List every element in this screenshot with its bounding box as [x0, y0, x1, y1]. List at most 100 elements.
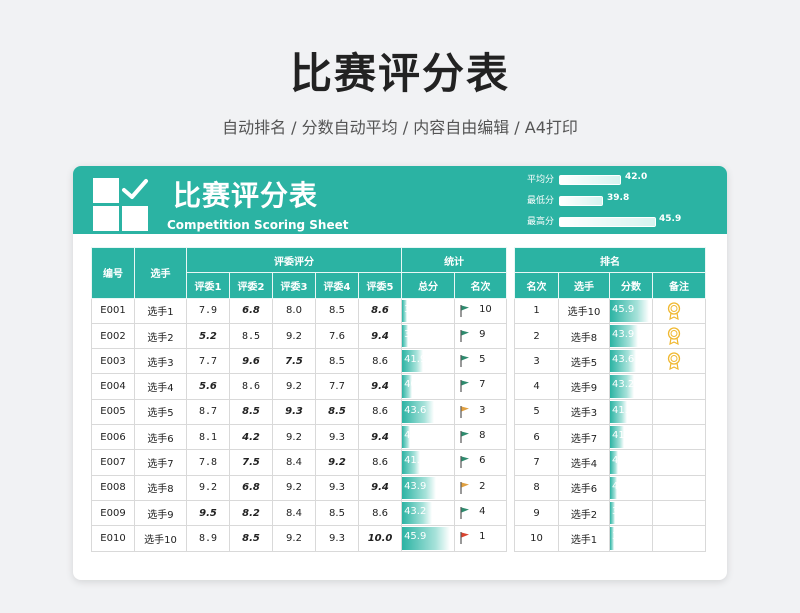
stat-value: 45.9 [659, 214, 682, 224]
cell-judge-score: 9.3 [315, 474, 359, 501]
header-note: 备注 [652, 272, 706, 299]
cell-judge-score: 9.2 [272, 373, 316, 400]
cell-judge-score: 8.1 [186, 424, 230, 451]
header-score: 分数 [609, 272, 653, 299]
score-value: 39.9 [612, 505, 635, 517]
cell-judge-score: 10.0 [357, 525, 403, 552]
cell-rank: 4 [454, 499, 508, 527]
cell-note [652, 449, 706, 476]
header-rank: 名次 [454, 272, 508, 299]
cell-score: 41.9 [609, 398, 653, 426]
cell-judge-score: 7.8 [186, 449, 230, 476]
table-row: E008 选手8 9.2 6.8 9.2 9.3 9.4 43.9 2 [91, 474, 508, 501]
flag-icon [460, 431, 470, 444]
total-value: 41.9 [404, 354, 427, 366]
stat-bar [560, 218, 655, 226]
cell-judge-score: 8.6 [357, 348, 403, 375]
rank-value: 9 [479, 328, 486, 340]
cell-note [652, 348, 706, 375]
rank-value: 10 [479, 303, 492, 315]
total-value: 43.9 [404, 480, 427, 492]
cell-judge-score: 9.4 [357, 322, 403, 350]
cell-total: 45.9 [401, 525, 456, 552]
ranking-row: 1 选手10 45.9 [514, 297, 706, 324]
cell-total: 43.6 [401, 398, 456, 426]
cell-judge-score: 9.3 [272, 398, 316, 426]
cell-note [652, 499, 706, 527]
cell-judge-score: 8.5 [315, 499, 359, 527]
cell-id: E001 [91, 297, 135, 324]
table-row: E003 选手3 7.7 9.6 7.5 8.5 8.6 41.9 5 [91, 348, 508, 375]
cell-player: 选手4 [558, 449, 610, 476]
cell-player: 选手8 [558, 322, 610, 350]
cell-id: E006 [91, 424, 135, 451]
score-value: 45.9 [612, 303, 635, 315]
page-title: 比赛评分表 [289, 49, 510, 98]
medal-icon [667, 301, 681, 323]
cell-id: E007 [91, 449, 135, 476]
cell-judge-score: 9.3 [315, 525, 359, 552]
score-value: 43.9 [612, 328, 635, 340]
cell-rank: 7 [514, 449, 559, 476]
cell-player: 选手2 [134, 322, 187, 350]
cell-score: 45.9 [609, 297, 653, 324]
cell-player: 选手2 [558, 499, 610, 527]
rank-value: 5 [479, 354, 486, 366]
header-judges-group: 评委评分 [185, 246, 403, 274]
table-row: E010 选手10 8.9 8.5 9.2 9.3 10.0 45.9 1 [91, 525, 508, 552]
header-judge: 评委4 [315, 272, 359, 299]
cell-judge-score: 7.5 [229, 449, 273, 476]
cell-judge-score: 8.6 [357, 499, 403, 527]
stat-label: 平均分 [527, 175, 555, 185]
cell-rank: 6 [454, 449, 508, 476]
cell-judge-score: 8.5 [229, 322, 273, 350]
total-value: 40.2 [404, 430, 427, 442]
header-judge: 评委5 [357, 272, 403, 299]
stat-label: 最低分 [527, 196, 555, 206]
score-value: 40.5 [612, 455, 635, 467]
cell-judge-score: 8.4 [272, 449, 316, 476]
score-value: 41.5 [612, 430, 635, 442]
cell-id: E010 [91, 525, 135, 552]
cell-score: 39.8 [609, 525, 653, 552]
cell-note [652, 373, 706, 400]
score-value: 40.2 [612, 480, 635, 492]
flag-icon [460, 304, 470, 317]
cell-judge-score: 8.6 [357, 297, 403, 324]
cell-total: 40.2 [401, 424, 456, 451]
header-player: 选手 [134, 247, 187, 299]
cell-note [652, 297, 706, 324]
cell-judge-score: 8.5 [229, 398, 273, 426]
stat-value: 39.8 [607, 193, 630, 203]
total-value: 43.2 [404, 505, 427, 517]
total-value: 39.8 [404, 303, 427, 315]
flag-icon [460, 481, 470, 494]
cell-rank: 2 [454, 474, 508, 501]
cell-score: 39.9 [609, 499, 653, 527]
cell-id: E005 [91, 398, 135, 426]
cell-note [652, 525, 706, 552]
total-value: 43.6 [404, 404, 427, 416]
score-value: 43.6 [612, 354, 635, 366]
cell-judge-score: 9.2 [272, 525, 316, 552]
cell-judge-score: 8.5 [315, 297, 359, 324]
ranking-row: 5 选手3 41.9 [514, 398, 706, 426]
cell-player: 选手10 [558, 297, 610, 324]
cell-judge-score: 8.6 [357, 449, 403, 476]
table-row: E005 选手5 8.7 8.5 9.3 8.5 8.6 43.6 3 [91, 398, 508, 426]
score-sheet-card: 比赛评分表 Competition Scoring Sheet 平均分 42.0… [73, 166, 727, 580]
total-value: 39.9 [404, 328, 427, 340]
header-stats-group: 统计 [401, 246, 508, 274]
ranking-row: 9 选手2 39.9 [514, 499, 706, 527]
cell-judge-score: 6.8 [229, 474, 273, 501]
cell-score: 43.2 [609, 373, 653, 400]
cell-total: 41.9 [401, 348, 456, 375]
cell-judge-score: 8.5 [315, 348, 359, 375]
cell-player: 选手5 [558, 348, 610, 375]
cell-player: 选手7 [134, 449, 187, 476]
header-total: 总分 [401, 272, 456, 299]
score-table: 编号 选手 评委评分 统计 评委1 评委2 评委3 评委4 评委5 总分 名次 … [91, 246, 508, 552]
cell-player: 选手3 [134, 348, 187, 375]
rank-value: 4 [479, 505, 486, 517]
cell-id: E003 [91, 348, 135, 375]
